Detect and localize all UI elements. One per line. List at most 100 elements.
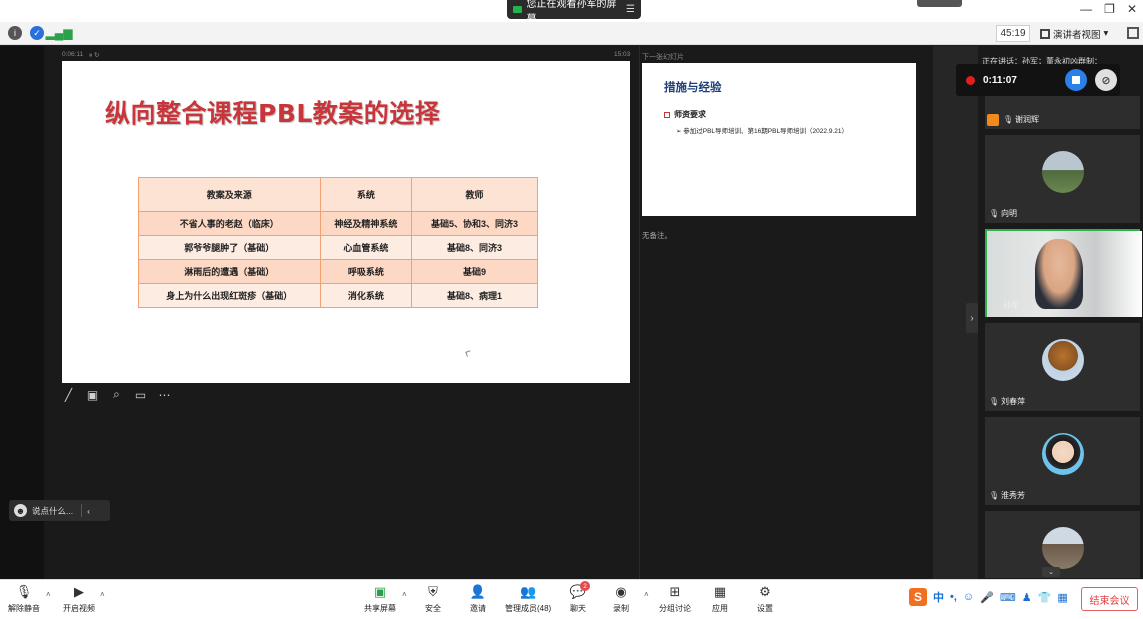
view-mode-button[interactable]: 演讲者视图 ▾ — [1040, 25, 1108, 42]
speaker-notes: 无备注。 — [642, 231, 672, 240]
speaker-video-image — [1035, 239, 1083, 309]
share-notice-banner[interactable]: 您正在观看孙军的屏幕 ☰ — [507, 0, 641, 25]
participant-card[interactable]: 🎙 刘春萍 — [985, 323, 1140, 411]
status-icons: i ✓ ▂▄▆ — [8, 26, 73, 40]
meeting-timer: 45:19 — [996, 25, 1030, 42]
chevron-left-icon[interactable]: ‹ — [87, 506, 90, 516]
title-bar: 您正在观看孙军的屏幕 ☰ — ❐ ✕ — [0, 0, 1143, 25]
window-controls: — ❐ ✕ — [1080, 2, 1137, 16]
next-slide-subbullet: ➢ 参加过PBL导师培训、第16期PBL导师培训（2022.9.21） — [676, 128, 848, 135]
apps-button[interactable]: ▦ 应用 — [711, 583, 729, 614]
avatar — [1042, 151, 1084, 193]
table-row: 淋雨后的遭遇（基础） 呼吸系统 基础9 — [138, 259, 538, 284]
breakout-label: 分组讨论 — [659, 604, 691, 613]
participant-card[interactable]: 🎙 淮秀芳 — [985, 417, 1140, 505]
table-header: 教师 — [411, 177, 538, 212]
keyboard-icon[interactable]: ⌨ — [1000, 591, 1016, 604]
share-screen-button[interactable]: ▣ 共享屏幕 — [364, 583, 396, 614]
meeting-toolbar: 🎙 解除静音 ˄ ▶ 开启视频 ˄ ▣ 共享屏幕 ˄ ⛨ 安全 👤 邀请 👥 管… — [0, 579, 1143, 619]
list-icon[interactable]: ☰ — [626, 4, 635, 15]
participant-name-text: 谢润辉 — [1015, 115, 1039, 124]
chevron-up-icon[interactable]: ˄ — [644, 590, 649, 599]
mic-icon[interactable]: 🎤 — [980, 591, 994, 604]
bullet-text: 师资要求 — [674, 110, 706, 119]
table-cell: 郭爷爷腿肿了（基础） — [138, 235, 321, 260]
mute-recording-button[interactable]: ⊘ — [1094, 69, 1117, 91]
table-cell: 基础8、同济3 — [411, 235, 538, 260]
chevron-down-icon[interactable]: ⌄ — [1042, 567, 1060, 577]
chevron-up-icon[interactable]: ˄ — [46, 590, 51, 599]
participant-card[interactable]: ⌄ — [985, 511, 1140, 578]
mic-icon: 🎙 — [991, 301, 1002, 310]
grid-icon[interactable]: ▦ — [1057, 591, 1067, 604]
person-icon[interactable]: ♟ — [1022, 591, 1032, 604]
divider — [81, 504, 83, 517]
breakout-button[interactable]: ⊞ 分组讨论 — [659, 583, 691, 614]
emoji-icon[interactable]: ☻ — [14, 504, 27, 517]
sogou-logo-icon[interactable]: S — [909, 588, 927, 606]
settings-label: 设置 — [757, 604, 773, 613]
chat-input[interactable]: ☻ 说点什么... ‹ — [9, 500, 110, 521]
pause-icon[interactable]: ⏸ ↻ — [89, 51, 100, 60]
settings-button[interactable]: ⚙ 设置 — [756, 583, 774, 614]
start-video-button[interactable]: ▶ 开启视频 — [63, 583, 95, 614]
end-meeting-button[interactable]: 结束会议 — [1081, 587, 1138, 611]
participant-card[interactable]: 🎙 谢润辉 — [985, 96, 1140, 129]
participant-card[interactable]: 🎙 向明 — [985, 135, 1140, 223]
table-cell: 不省人事的老赵（临床） — [138, 211, 321, 236]
table-cell: 心血管系统 — [319, 235, 413, 260]
chat-button[interactable]: 💬 2 聊天 — [569, 581, 590, 614]
participant-name-text: 刘春萍 — [1001, 397, 1025, 406]
manage-members-button[interactable]: 👥 管理成员(48) — [505, 583, 551, 614]
mic-off-icon: 🎙 — [15, 584, 33, 599]
table-row: 身上为什么出现红斑疹（基础） 消化系统 基础8、病理1 — [138, 283, 538, 308]
unmute-label: 解除静音 — [8, 604, 40, 613]
shield-icon[interactable]: ✓ — [30, 26, 44, 40]
ime-punctuation[interactable]: •, — [950, 591, 957, 603]
shirt-icon[interactable]: 👕 — [1038, 591, 1052, 604]
stop-icon — [1071, 76, 1080, 84]
minimize-button[interactable]: — — [1080, 2, 1092, 16]
more-icon[interactable]: ⋯ — [157, 387, 172, 402]
camera-icon — [513, 6, 522, 13]
chevron-up-icon[interactable]: ˄ — [100, 590, 105, 599]
chevron-up-icon[interactable]: ˄ — [402, 590, 407, 599]
mouse-cursor-icon — [465, 350, 472, 357]
signal-icon[interactable]: ▂▄▆ — [46, 26, 73, 40]
invite-button[interactable]: 👤 邀请 — [469, 583, 487, 614]
security-button[interactable]: ⛨ 安全 — [424, 583, 442, 614]
collapse-panel-button[interactable]: › — [966, 303, 978, 333]
unmute-button[interactable]: 🎙 解除静音 — [8, 583, 40, 614]
participant-card-active[interactable]: 🎙 孙军 — [985, 229, 1142, 317]
table-cell: 淋雨后的遭遇（基础） — [138, 259, 321, 284]
layout-icon — [1040, 28, 1050, 39]
slide-title: 纵向整合课程PBL教案的选择 — [105, 99, 441, 128]
screen-icon[interactable]: ▭ — [133, 387, 148, 402]
record-button[interactable]: ◉ 录制 — [612, 583, 630, 614]
smile-icon[interactable]: ☺ — [963, 591, 974, 603]
user-icon — [987, 114, 999, 126]
participant-name: 🎙 孙军 — [991, 300, 1019, 311]
manage-members-label: 管理成员(48) — [505, 604, 552, 613]
share-notice-text: 您正在观看孙军的屏幕 — [526, 0, 617, 25]
share-screen-label: 共享屏幕 — [364, 604, 396, 613]
table-cell: 基础8、病理1 — [411, 283, 538, 308]
zoom-icon[interactable]: ⌕ — [109, 387, 124, 402]
table-cell: 基础5、协和3、同济3 — [411, 211, 538, 236]
ime-language[interactable]: 中 — [933, 589, 944, 605]
security-label: 安全 — [425, 604, 441, 613]
camera-off-icon: ▶ — [74, 584, 84, 599]
restore-button[interactable]: ❐ — [1104, 2, 1115, 16]
pen-icon[interactable]: ╱ — [61, 387, 76, 402]
chat-placeholder: 说点什么... — [32, 505, 74, 516]
next-slide-preview[interactable]: 措施与经验 师资要求 ➢ 参加过PBL导师培训、第16期PBL导师培训（2022… — [642, 63, 916, 216]
close-button[interactable]: ✕ — [1127, 2, 1137, 16]
participant-name: 🎙 谢润辉 — [1003, 114, 1039, 125]
participant-name: 🎙 向明 — [989, 208, 1017, 219]
fullscreen-icon[interactable] — [1127, 27, 1139, 39]
eraser-icon[interactable]: ▣ — [85, 387, 100, 402]
info-icon[interactable]: i — [8, 26, 22, 40]
table-cell: 消化系统 — [319, 283, 413, 308]
floating-handle[interactable] — [917, 0, 962, 7]
stop-recording-button[interactable] — [1064, 69, 1087, 91]
